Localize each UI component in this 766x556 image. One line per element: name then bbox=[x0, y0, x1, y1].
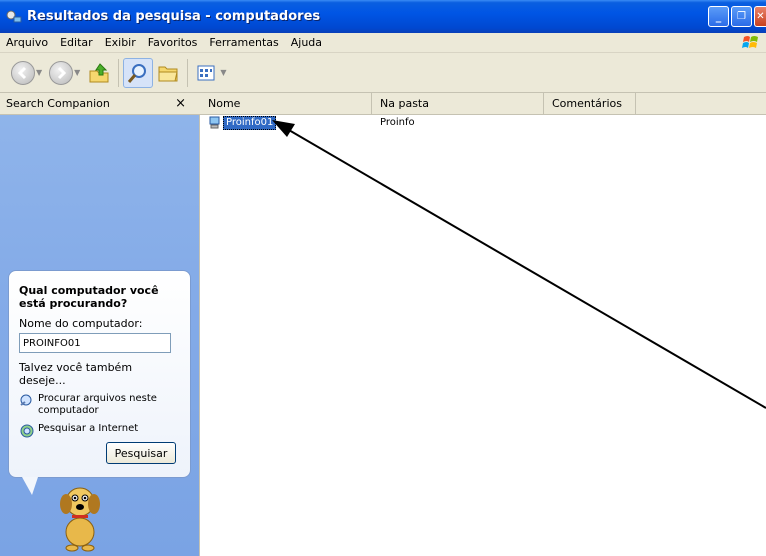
computer-icon bbox=[209, 116, 220, 129]
search-internet-icon bbox=[20, 424, 34, 438]
table-row[interactable]: Proinfo01 Proinfo bbox=[200, 115, 766, 131]
up-folder-icon bbox=[89, 62, 109, 82]
column-header-comentarios-label: Comentários bbox=[552, 97, 622, 110]
minimize-icon: _ bbox=[715, 10, 722, 23]
search-internet-link[interactable]: Pesquisar a Internet bbox=[19, 423, 180, 439]
suggestions-label: Talvez você também deseje... bbox=[19, 361, 133, 387]
search-companion-header: Search Companion × bbox=[0, 93, 200, 115]
column-header-na-pasta-label: Na pasta bbox=[380, 97, 429, 110]
back-button[interactable] bbox=[8, 58, 38, 88]
search-companion-panel: Qual computador você está procurando? No… bbox=[0, 115, 200, 556]
results-list[interactable]: Proinfo01 Proinfo bbox=[200, 115, 766, 556]
toolbar-separator bbox=[118, 58, 120, 87]
column-header-nome[interactable]: Nome bbox=[200, 92, 372, 115]
menu-ajuda[interactable]: Ajuda bbox=[285, 36, 328, 49]
folders-icon bbox=[158, 66, 178, 81]
menu-bar: Arquivo Editar Exibir Favoritos Ferramen… bbox=[0, 33, 766, 53]
search-files-link[interactable]: Procurar arquivos neste computador bbox=[19, 393, 180, 417]
toolbar: ▼ ▼ ▼ bbox=[0, 53, 766, 93]
search-internet-link-text[interactable]: Pesquisar a Internet bbox=[38, 423, 138, 435]
search-files-icon bbox=[20, 394, 32, 406]
balloon-tail bbox=[22, 477, 38, 495]
folders-button[interactable] bbox=[153, 58, 183, 88]
back-icon bbox=[11, 60, 35, 85]
search-question: Qual computador você está procurando? bbox=[19, 284, 159, 310]
search-companion-title: Search Companion bbox=[6, 97, 110, 110]
title-bar: Resultados da pesquisa - computadores _ … bbox=[0, 0, 766, 33]
menu-ferramentas[interactable]: Ferramentas bbox=[203, 36, 284, 49]
result-folder: Proinfo bbox=[380, 117, 415, 128]
search-button[interactable] bbox=[123, 57, 154, 88]
search-icon bbox=[128, 63, 147, 83]
menu-favoritos[interactable]: Favoritos bbox=[142, 36, 204, 49]
up-folder-button[interactable] bbox=[84, 58, 114, 88]
forward-icon bbox=[49, 60, 74, 85]
search-window-icon bbox=[5, 8, 23, 26]
column-header-comentarios[interactable]: Comentários bbox=[544, 92, 636, 115]
menu-arquivo[interactable]: Arquivo bbox=[0, 36, 54, 49]
menu-exibir[interactable]: Exibir bbox=[99, 36, 142, 49]
minimize-button[interactable]: _ bbox=[708, 6, 729, 27]
close-button[interactable]: ✕ bbox=[754, 6, 766, 27]
windows-logo-icon bbox=[740, 35, 762, 51]
window-title: Resultados da pesquisa - computadores bbox=[27, 9, 321, 24]
forward-button[interactable] bbox=[46, 58, 76, 88]
menu-editar[interactable]: Editar bbox=[54, 36, 99, 49]
restore-button[interactable]: ❐ bbox=[731, 6, 752, 27]
toolbar-separator bbox=[187, 58, 189, 87]
rover-dog-icon[interactable] bbox=[50, 482, 110, 552]
restore-icon: ❐ bbox=[737, 11, 746, 22]
column-header-nome-label: Nome bbox=[208, 97, 241, 110]
close-icon: ✕ bbox=[756, 11, 765, 22]
column-header-na-pasta[interactable]: Na pasta bbox=[372, 92, 544, 115]
views-button[interactable] bbox=[192, 58, 222, 88]
results-column-header: Nome Na pasta Comentários bbox=[200, 92, 766, 115]
views-icon bbox=[197, 65, 215, 80]
search-files-link-text[interactable]: Procurar arquivos neste computador bbox=[38, 393, 180, 417]
computer-name-label: Nome do computador: bbox=[19, 317, 143, 330]
computer-name-input[interactable] bbox=[19, 333, 171, 353]
search-balloon: Qual computador você está procurando? No… bbox=[8, 270, 191, 478]
result-name-cell[interactable]: Proinfo01 bbox=[208, 115, 277, 131]
search-submit-button[interactable]: Pesquisar bbox=[106, 442, 176, 464]
close-pane-icon[interactable]: × bbox=[175, 96, 186, 111]
result-name[interactable]: Proinfo01 bbox=[223, 116, 277, 130]
